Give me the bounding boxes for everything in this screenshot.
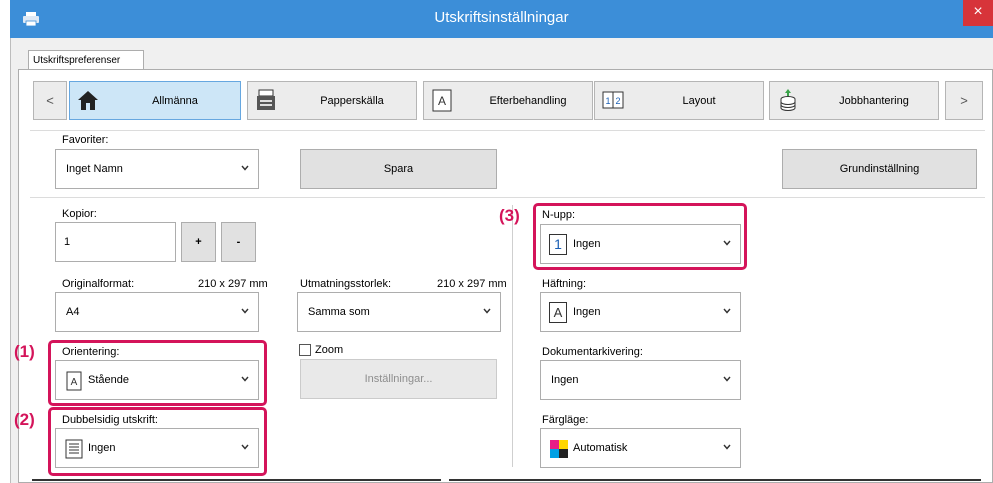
chevron-down-icon xyxy=(723,444,731,450)
window-title: Utskriftsinställningar xyxy=(434,9,569,26)
save-button[interactable]: Spara xyxy=(300,149,497,189)
divider xyxy=(512,205,513,467)
original-size-label: Originalformat: xyxy=(62,278,135,290)
original-size-value: A4 xyxy=(66,306,80,318)
doc-filing-select[interactable]: Ingen xyxy=(540,360,741,400)
category-jobbhantering[interactable]: Jobbhantering xyxy=(769,81,939,120)
color-mode-select[interactable]: Automatisk xyxy=(540,428,741,468)
favorites-label: Favoriter: xyxy=(62,134,109,146)
default-settings-button[interactable]: Grundinställning xyxy=(782,149,977,189)
highlight-n-up xyxy=(533,203,747,270)
output-size-dims: 210 x 297 mm xyxy=(437,278,507,290)
category-efterbehandling[interactable]: A Efterbehandling xyxy=(423,81,593,120)
category-papperskalla[interactable]: Papperskälla xyxy=(247,81,417,120)
svg-text:2: 2 xyxy=(615,96,620,106)
copies-label: Kopior: xyxy=(62,208,97,220)
chevron-down-icon xyxy=(241,308,249,314)
category-label: Allmänna xyxy=(152,95,198,107)
category-label: Efterbehandling xyxy=(489,95,567,107)
stapling-value: Ingen xyxy=(573,306,601,318)
callout-3: (3) xyxy=(499,206,520,225)
original-size-dims: 210 x 297 mm xyxy=(198,278,268,290)
layout-icon: 1 2 xyxy=(602,91,624,109)
category-layout[interactable]: 1 2 Layout xyxy=(594,81,764,120)
svg-text:1: 1 xyxy=(605,96,610,106)
category-label: Jobbhantering xyxy=(839,95,909,107)
zoom-settings-button[interactable]: Inställningar... xyxy=(300,359,497,399)
category-next-button[interactable]: > xyxy=(945,81,983,120)
divider xyxy=(30,197,985,198)
stapling-label: Häftning: xyxy=(542,278,587,290)
svg-text:A: A xyxy=(438,94,446,108)
zoom-checkbox[interactable] xyxy=(299,344,311,356)
color-mode-label: Färgläge: xyxy=(542,414,589,426)
output-size-label: Utmatningsstorlek: xyxy=(300,278,392,290)
copies-decrement-button[interactable]: - xyxy=(221,222,256,262)
chevron-down-icon xyxy=(241,165,249,171)
home-icon xyxy=(78,91,98,110)
stapling-none-icon: A xyxy=(549,302,567,323)
job-handling-icon xyxy=(780,89,796,111)
output-size-value: Samma som xyxy=(308,306,370,318)
copies-increment-button[interactable]: + xyxy=(181,222,216,262)
highlight-duplex xyxy=(48,407,267,476)
title-bar: Utskriftsinställningar × xyxy=(10,0,993,38)
divider xyxy=(30,130,985,131)
color-palette-icon xyxy=(550,440,568,458)
chevron-down-icon xyxy=(483,308,491,314)
zoom-label: Zoom xyxy=(315,344,344,356)
copies-value: 1 xyxy=(64,236,71,248)
original-size-select[interactable]: A4 xyxy=(55,292,259,332)
category-label: Papperskälla xyxy=(320,95,384,107)
divider xyxy=(32,479,441,481)
copies-input[interactable]: 1 xyxy=(55,222,176,262)
category-allmanna[interactable]: Allmänna xyxy=(69,81,241,120)
category-label: Layout xyxy=(682,95,716,107)
color-mode-value: Automatisk xyxy=(573,442,628,454)
favorites-value: Inget Namn xyxy=(66,163,123,175)
close-button[interactable]: × xyxy=(963,0,993,26)
doc-filing-label: Dokumentarkivering: xyxy=(542,346,643,358)
callout-2: (2) xyxy=(14,410,35,429)
chevron-down-icon xyxy=(723,376,731,382)
highlight-orientation xyxy=(48,340,267,406)
category-prev-button[interactable]: < xyxy=(33,81,67,120)
paper-tray-icon xyxy=(257,89,275,110)
finishing-icon: A xyxy=(432,89,452,112)
doc-filing-value: Ingen xyxy=(551,374,579,386)
divider xyxy=(449,479,981,481)
stapling-select[interactable]: A Ingen xyxy=(540,292,741,332)
favorites-select[interactable]: Inget Namn xyxy=(55,149,259,189)
tab-utskriftspreferenser[interactable]: Utskriftspreferenser xyxy=(28,50,144,70)
output-size-select[interactable]: Samma som xyxy=(297,292,501,332)
chevron-down-icon xyxy=(723,308,731,314)
callout-1: (1) xyxy=(14,342,35,361)
